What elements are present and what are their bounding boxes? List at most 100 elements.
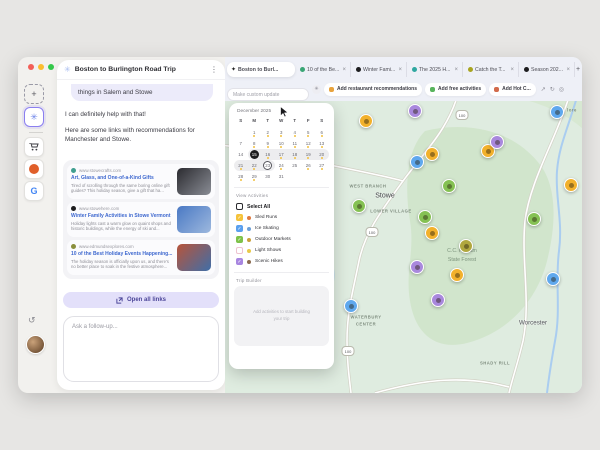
close-tab-icon[interactable]: ×: [510, 67, 514, 73]
calendar-day[interactable]: 28: [234, 171, 248, 182]
tab[interactable]: Winter Fami...×: [352, 62, 407, 77]
close-tab-icon[interactable]: ×: [454, 67, 458, 73]
ice-skating-marker[interactable]: [344, 299, 358, 313]
ice-skating-marker[interactable]: [546, 272, 560, 286]
open-all-links-button[interactable]: Open all links: [63, 292, 219, 308]
calendar-day[interactable]: 30: [261, 171, 275, 182]
close-tab-icon[interactable]: ×: [398, 67, 402, 73]
calendar-day[interactable]: 17: [275, 149, 289, 160]
calendar-day[interactable]: 26: [302, 160, 316, 171]
checkbox-checked[interactable]: ✓: [236, 258, 243, 265]
sled-run-marker[interactable]: [359, 114, 373, 128]
close-tab-icon[interactable]: ×: [342, 67, 346, 73]
calendar-day[interactable]: 25: [288, 160, 302, 171]
checkbox-checked[interactable]: ✓: [236, 214, 243, 221]
calendar-day[interactable]: 29: [248, 171, 262, 182]
calendar-day[interactable]: 19: [302, 149, 316, 160]
calendar-day[interactable]: 7: [234, 138, 248, 149]
suggestion-chip[interactable]: Add restaurant recommendations: [324, 83, 422, 96]
calendar-day[interactable]: 2: [261, 127, 275, 138]
calendar-day[interactable]: 10: [275, 138, 289, 149]
map-canvas[interactable]: December 2025 SMTWTFS1234567891011121314…: [225, 101, 582, 393]
send-icon[interactable]: ✳: [312, 85, 321, 94]
calendar-day[interactable]: 18: [288, 149, 302, 160]
calendar-day[interactable]: 5: [302, 127, 316, 138]
calendar-day[interactable]: 15: [248, 149, 262, 160]
calendar-day[interactable]: 3: [275, 127, 289, 138]
checkbox-unchecked[interactable]: [236, 247, 243, 254]
calendar-day[interactable]: 11: [288, 138, 302, 149]
calendar-day[interactable]: 22: [248, 160, 262, 171]
calendar-day[interactable]: 24: [275, 160, 289, 171]
checkbox-unchecked[interactable]: [236, 203, 243, 210]
calendar-day[interactable]: 20: [315, 149, 329, 160]
scenic-hike-marker[interactable]: [408, 104, 422, 118]
activity-filter-row[interactable]: Light Shows: [234, 245, 329, 256]
scenic-hike-marker[interactable]: [490, 135, 504, 149]
calendar-day[interactable]: 23: [261, 160, 275, 171]
sled-run-marker[interactable]: [425, 147, 439, 161]
tab[interactable]: 10 of the Be...×: [296, 62, 351, 77]
suggestion-chip[interactable]: Add free activities: [425, 83, 486, 96]
follow-up-input[interactable]: [63, 316, 219, 382]
calendar-day[interactable]: 12: [302, 138, 316, 149]
settings-icon[interactable]: ◎: [559, 86, 564, 93]
refresh-icon[interactable]: ↻: [550, 86, 555, 93]
sidebar-item-orange-app[interactable]: [24, 159, 44, 179]
tab-active[interactable]: ✦Boston to Burl...: [227, 62, 295, 77]
calendar-day[interactable]: 1: [248, 127, 262, 138]
trip-builder-placeholder: Add activities to start building your tr…: [234, 286, 329, 346]
calendar-day[interactable]: 9: [261, 138, 275, 149]
calendar-day[interactable]: 21: [234, 160, 248, 171]
calendar-day[interactable]: 31: [275, 171, 289, 182]
sidebar-item-shop[interactable]: [24, 137, 44, 157]
outdoor-market-marker[interactable]: [418, 210, 432, 224]
new-item-button[interactable]: +: [24, 84, 44, 104]
scenic-hike-marker[interactable]: [431, 293, 445, 307]
calendar-day[interactable]: 4: [288, 127, 302, 138]
user-avatar[interactable]: [26, 335, 45, 354]
scenic-hike-marker[interactable]: [410, 260, 424, 274]
sidebar-item-google[interactable]: G: [24, 181, 44, 201]
link-card[interactable]: www.stowecrafts.comArt, Glass, and One-o…: [67, 164, 215, 199]
activity-filter-row[interactable]: Select All: [234, 201, 329, 212]
tab[interactable]: Season 202...×: [520, 62, 575, 77]
calendar-day[interactable]: 27: [315, 160, 329, 171]
new-tab-button[interactable]: +: [576, 64, 580, 76]
calendar-day[interactable]: 8: [248, 138, 262, 149]
outdoor-market-marker[interactable]: [352, 199, 366, 213]
tab[interactable]: Catch the T...×: [464, 62, 519, 77]
checkbox-checked[interactable]: ✓: [236, 225, 243, 232]
suggestion-chip[interactable]: Add Hot C...: [489, 83, 536, 96]
ice-skating-marker[interactable]: [410, 155, 424, 169]
activity-filter-row[interactable]: ✓Sled Runs: [234, 212, 329, 223]
calendar-day[interactable]: 14: [234, 149, 248, 160]
activity-filter-row[interactable]: ✓Ice Skating: [234, 223, 329, 234]
share-icon[interactable]: ↗: [541, 86, 546, 93]
link-title[interactable]: Winter Family Activities in Stowe Vermon…: [71, 213, 173, 219]
close-tab-icon[interactable]: ×: [566, 67, 570, 73]
sled-run-marker[interactable]: [450, 268, 464, 282]
calendar-day[interactable]: 6: [315, 127, 329, 138]
history-icon[interactable]: ↺: [28, 315, 36, 326]
sled-run-marker[interactable]: [564, 178, 578, 192]
kebab-menu-icon[interactable]: ⋮: [210, 65, 218, 74]
calendar-day[interactable]: 16: [261, 149, 275, 160]
sled-run-marker[interactable]: [425, 226, 439, 240]
activity-filter-row[interactable]: ✓Outdoor Markets: [234, 234, 329, 245]
tab[interactable]: The 2025 H...×: [408, 62, 463, 77]
sidebar-item-assistant[interactable]: ✳: [24, 107, 44, 127]
link-title[interactable]: Art, Glass, and One-of-a-Kind Gifts: [71, 175, 173, 181]
checkbox-checked[interactable]: ✓: [236, 236, 243, 243]
link-card[interactable]: www.edmundsexplores.com10 of the Best Ho…: [67, 240, 215, 275]
custom-update-input[interactable]: [227, 88, 309, 101]
calendar-day[interactable]: 13: [315, 138, 329, 149]
light-show-marker[interactable]: [459, 239, 473, 253]
link-card[interactable]: www.stowehere.comWinter Family Activitie…: [67, 202, 215, 237]
event-dot-icon: [280, 157, 282, 159]
link-title[interactable]: 10 of the Best Holiday Events Happening.…: [71, 251, 173, 257]
outdoor-market-marker[interactable]: [527, 212, 541, 226]
activity-filter-row[interactable]: ✓Scenic Hikes: [234, 256, 329, 267]
outdoor-market-marker[interactable]: [442, 179, 456, 193]
ice-skating-marker[interactable]: [550, 105, 564, 119]
